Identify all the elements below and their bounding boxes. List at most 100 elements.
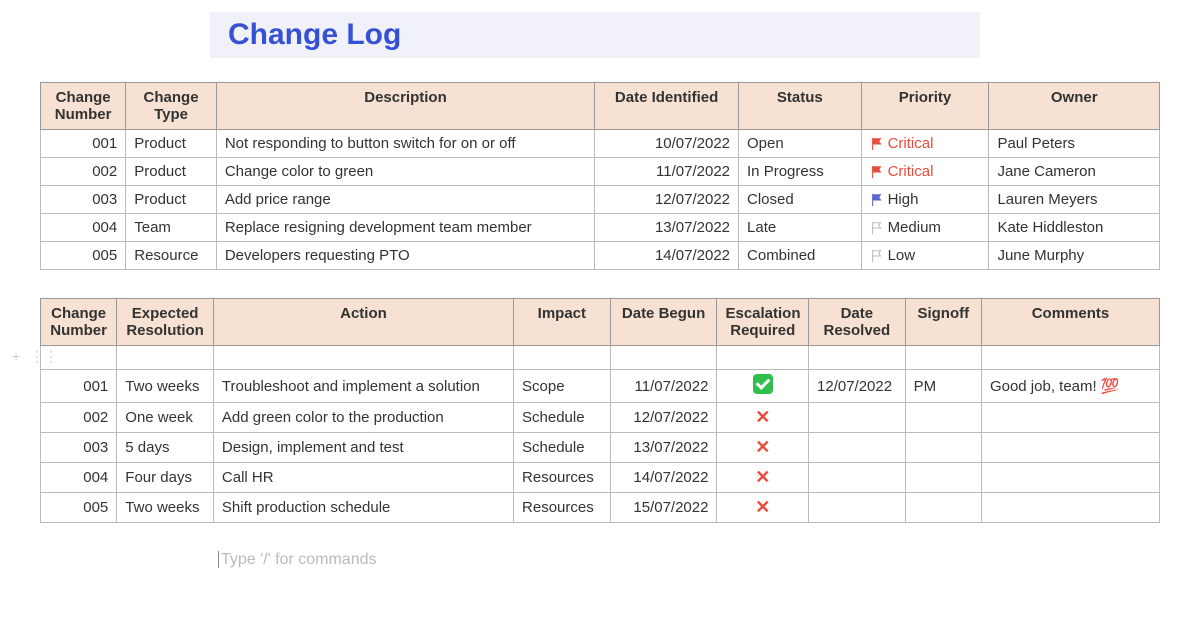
cell-date-identified[interactable]: 13/07/2022 [595,214,739,242]
cell-owner[interactable]: June Murphy [989,242,1160,270]
cell-comments[interactable] [981,403,1159,433]
cell-owner[interactable]: Kate Hiddleston [989,214,1160,242]
cell-signoff[interactable] [905,403,981,433]
table-row[interactable]: 0035 daysDesign, implement and testSched… [41,433,1160,463]
cell-impact[interactable]: Scope [514,370,611,403]
col-escalation-required: Escalation Required [717,299,809,346]
cell-escalation[interactable]: ✕ [717,463,809,493]
cell-change-number[interactable]: 005 [41,242,126,270]
cell-change-number[interactable]: 001 [41,130,126,158]
cell-impact[interactable]: Resources [514,493,611,523]
cell-owner[interactable]: Paul Peters [989,130,1160,158]
col-change-type: Change Type [126,83,217,130]
cell-action[interactable]: Troubleshoot and implement a solution [213,370,513,403]
table-row[interactable]: 004TeamReplace resigning development tea… [41,214,1160,242]
cell-change-type[interactable]: Product [126,158,217,186]
cell-date-begun[interactable]: 13/07/2022 [610,433,717,463]
slash-command-hint[interactable]: Type '/' for commands [218,551,1160,569]
cell-date-resolved[interactable] [809,433,906,463]
cell-change-type[interactable]: Product [126,130,217,158]
table-row[interactable]: 004Four daysCall HRResources14/07/2022✕ [41,463,1160,493]
cell-priority[interactable]: Medium [861,214,989,242]
cell-date-begun[interactable]: 11/07/2022 [610,370,717,403]
cell-date-resolved[interactable] [809,493,906,523]
cell-change-number[interactable]: 002 [41,403,117,433]
cell-status[interactable]: Late [739,214,862,242]
cell-description[interactable]: Add price range [216,186,594,214]
cell-description[interactable]: Developers requesting PTO [216,242,594,270]
table-row-empty[interactable] [41,346,1160,370]
cell-action[interactable]: Add green color to the production [213,403,513,433]
table-row[interactable]: 001ProductNot responding to button switc… [41,130,1160,158]
cell-signoff[interactable] [905,493,981,523]
cell-escalation[interactable]: ✕ [717,493,809,523]
table-row[interactable]: 001Two weeksTroubleshoot and implement a… [41,370,1160,403]
cell-comments[interactable] [981,463,1159,493]
cell-signoff[interactable] [905,463,981,493]
cell-change-number[interactable]: 002 [41,158,126,186]
col-impact: Impact [514,299,611,346]
cell-priority[interactable]: High [861,186,989,214]
cell-impact[interactable]: Schedule [514,433,611,463]
cell-status[interactable]: In Progress [739,158,862,186]
cell-action[interactable]: Call HR [213,463,513,493]
cell-change-number[interactable]: 001 [41,370,117,403]
cell-expected-resolution[interactable]: One week [117,403,214,433]
cell-description[interactable]: Not responding to button switch for on o… [216,130,594,158]
cell-impact[interactable]: Schedule [514,403,611,433]
cell-priority[interactable]: Low [861,242,989,270]
cell-expected-resolution[interactable]: Two weeks [117,370,214,403]
cell-escalation[interactable]: ✕ [717,403,809,433]
cell-date-resolved[interactable] [809,403,906,433]
table-row[interactable]: 002ProductChange color to green11/07/202… [41,158,1160,186]
cell-owner[interactable]: Lauren Meyers [989,186,1160,214]
add-block-icon[interactable]: + [12,348,20,364]
cell-description[interactable]: Replace resigning development team membe… [216,214,594,242]
table-row[interactable]: 002One weekAdd green color to the produc… [41,403,1160,433]
table-row[interactable]: 005Two weeksShift production scheduleRes… [41,493,1160,523]
cell-change-number[interactable]: 004 [41,463,117,493]
cell-change-type[interactable]: Resource [126,242,217,270]
cell-change-number[interactable]: 003 [41,186,126,214]
cell-date-begun[interactable]: 12/07/2022 [610,403,717,433]
cell-status[interactable]: Combined [739,242,862,270]
cell-signoff[interactable]: PM [905,370,981,403]
cell-date-identified[interactable]: 12/07/2022 [595,186,739,214]
cell-owner[interactable]: Jane Cameron [989,158,1160,186]
cell-date-resolved[interactable] [809,463,906,493]
cell-priority[interactable]: Critical [861,158,989,186]
cell-date-begun[interactable]: 14/07/2022 [610,463,717,493]
table-row[interactable]: 005ResourceDevelopers requesting PTO14/0… [41,242,1160,270]
col-comments: Comments [981,299,1159,346]
cell-expected-resolution[interactable]: Four days [117,463,214,493]
drag-handle-icon[interactable]: ⋮⋮ [30,348,58,364]
cell-expected-resolution[interactable]: 5 days [117,433,214,463]
cell-status[interactable]: Open [739,130,862,158]
cell-date-identified[interactable]: 10/07/2022 [595,130,739,158]
cell-comments[interactable] [981,433,1159,463]
cell-impact[interactable]: Resources [514,463,611,493]
cell-comments[interactable] [981,493,1159,523]
cell-status[interactable]: Closed [739,186,862,214]
cell-change-number[interactable]: 005 [41,493,117,523]
cell-change-type[interactable]: Team [126,214,217,242]
cell-date-begun[interactable]: 15/07/2022 [610,493,717,523]
cell-action[interactable]: Design, implement and test [213,433,513,463]
cell-description[interactable]: Change color to green [216,158,594,186]
cell-signoff[interactable] [905,433,981,463]
cell-comments[interactable]: Good job, team! 💯 [981,370,1159,403]
cell-date-identified[interactable]: 11/07/2022 [595,158,739,186]
cell-change-type[interactable]: Product [126,186,217,214]
cell-priority[interactable]: Critical [861,130,989,158]
cell-change-number[interactable]: 004 [41,214,126,242]
cell-escalation[interactable]: ✕ [717,433,809,463]
cell-action[interactable]: Shift production schedule [213,493,513,523]
cell-escalation[interactable] [717,370,809,403]
cell-expected-resolution[interactable]: Two weeks [117,493,214,523]
cell-date-resolved[interactable]: 12/07/2022 [809,370,906,403]
cell-change-number[interactable]: 003 [41,433,117,463]
block-handles[interactable]: + ⋮⋮ [12,348,64,365]
cell-date-identified[interactable]: 14/07/2022 [595,242,739,270]
col-change-number: Change Number [41,299,117,346]
table-row[interactable]: 003ProductAdd price range12/07/2022Close… [41,186,1160,214]
